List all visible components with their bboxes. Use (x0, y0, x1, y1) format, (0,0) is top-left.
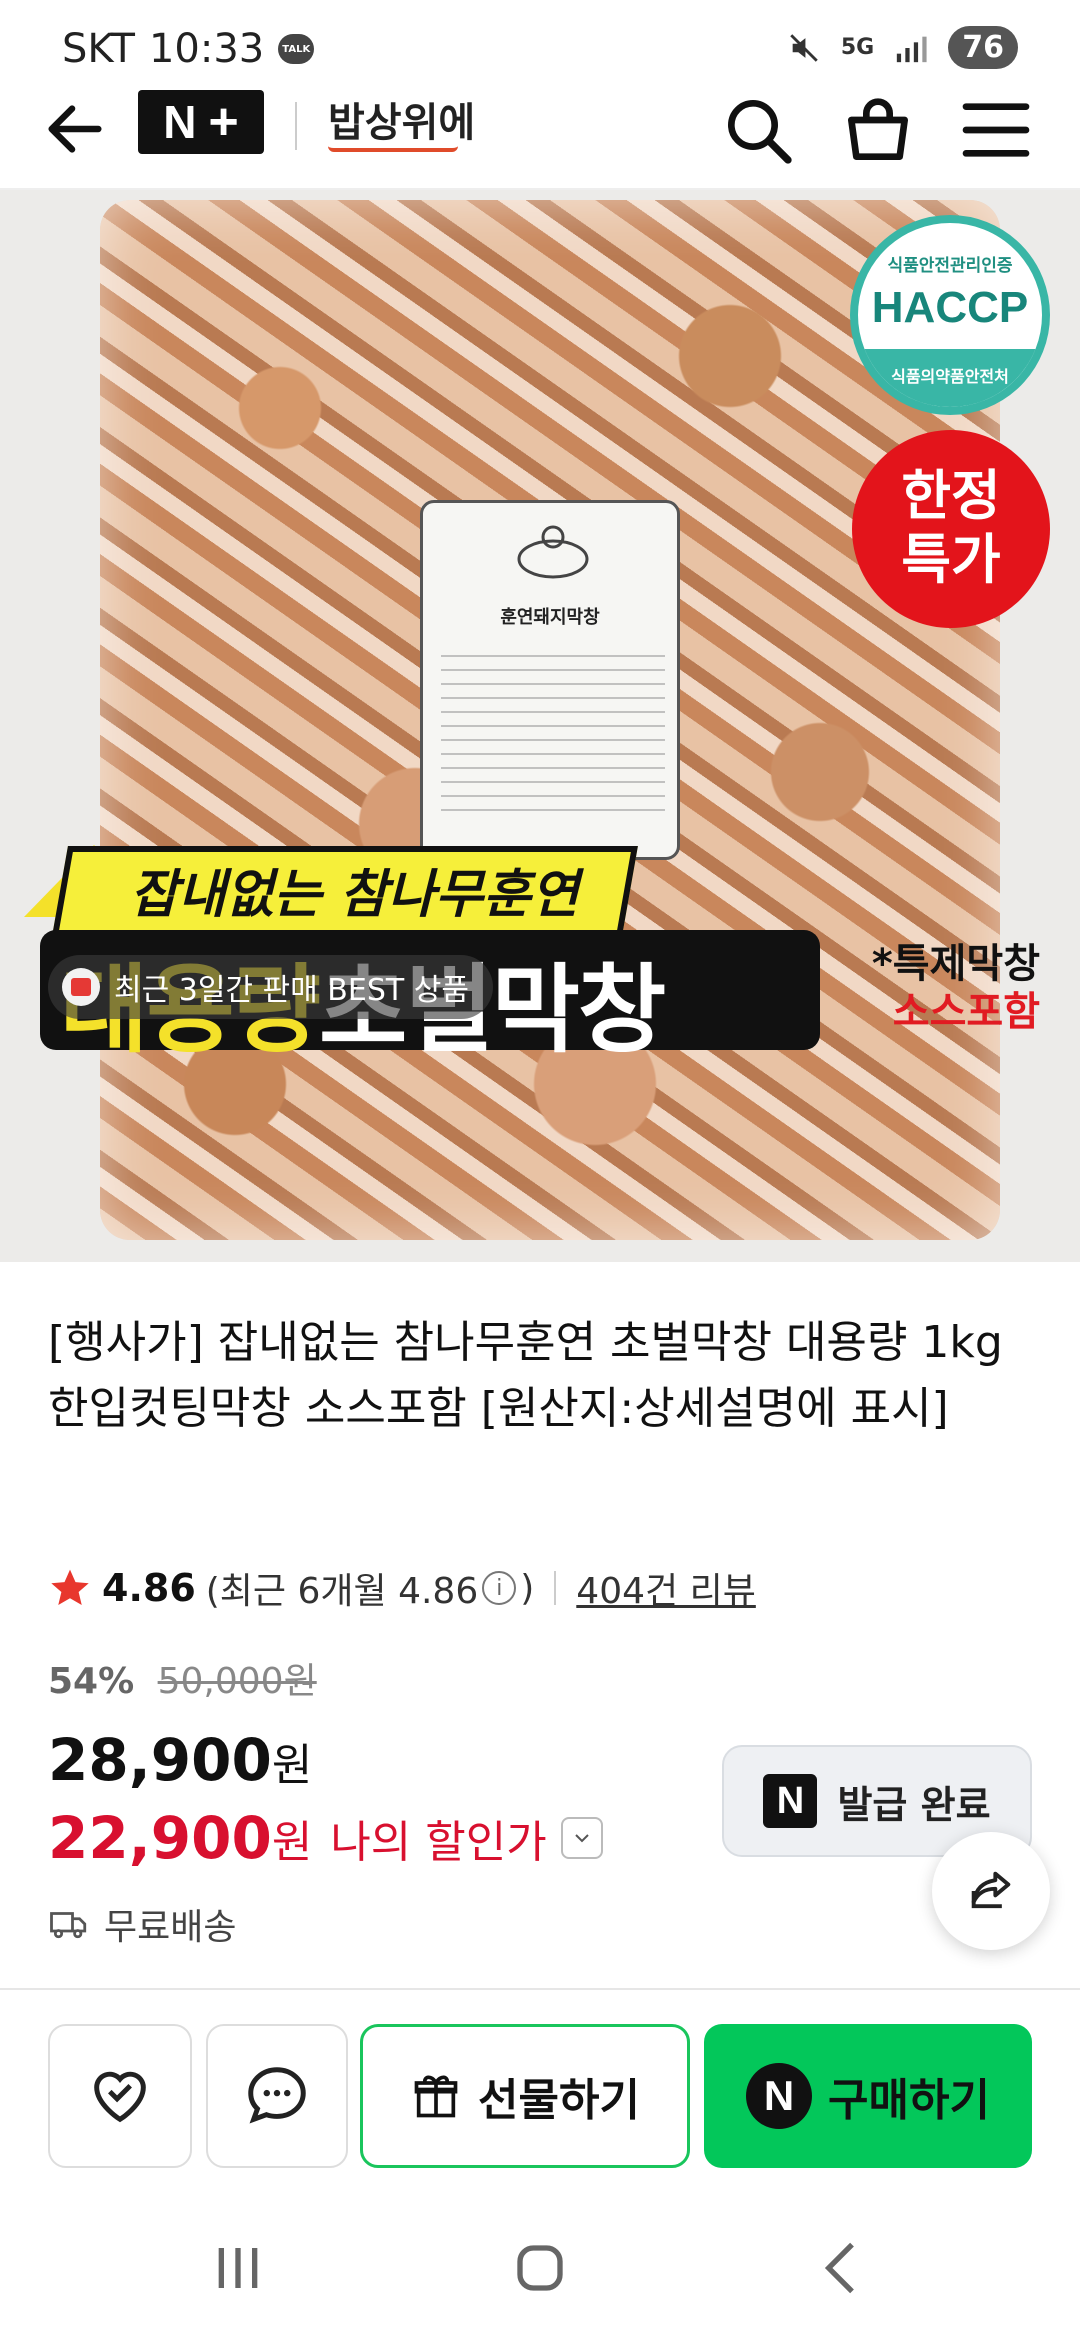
truck-icon (50, 1912, 87, 1939)
original-price: 50,000원 (157, 1661, 317, 1702)
network-type: 5G (840, 35, 875, 60)
my-discount-price[interactable]: 22,900 원 나의 할인가 (48, 1804, 603, 1872)
naver-n-icon: N (763, 1774, 818, 1828)
talk-talk-button[interactable] (206, 2024, 348, 2168)
rating-score: 4.86 (102, 1566, 196, 1610)
naver-plus-logo[interactable]: N + (138, 90, 264, 154)
naver-pay-icon: N (746, 2063, 813, 2129)
store-logo-underline (328, 146, 458, 152)
shipping-info: 무료배송 (48, 1898, 236, 1950)
nav-back-icon[interactable] (802, 2228, 882, 2308)
recent-apps-icon[interactable] (198, 2228, 278, 2308)
price-block: 54% 50,000원 28,900원 22,900 원 나의 할인가 (48, 1652, 603, 1872)
bottom-action-bar: 선물하기 N 구매하기 (0, 1988, 1080, 2188)
chat-bubble-icon (248, 2067, 306, 2124)
divider (554, 1571, 557, 1605)
banner-top-text: 잡내없는 참나무훈연 (130, 865, 579, 925)
chevron-down-icon[interactable] (560, 1817, 603, 1859)
best-seller-badge: 최근 3일간 판매 BEST 상품 (48, 955, 493, 1019)
back-arrow-icon[interactable] (40, 94, 110, 164)
product-title: [행사가] 잡내없는 참나무훈연 초벌막창 대용량 1kg 한입컷팅막창 소스포… (48, 1317, 1003, 1434)
clock: 10:33 (148, 26, 265, 72)
package-label: 훈연돼지막창 (420, 500, 680, 860)
header-divider (295, 102, 297, 150)
mute-icon (790, 33, 818, 62)
search-icon[interactable] (718, 90, 798, 170)
discount-rate: 54% (48, 1661, 135, 1702)
signal-icon (897, 36, 927, 62)
sauce-note: *특제막창 소스포함 (871, 941, 1040, 1035)
pig-logo-icon (517, 525, 589, 579)
share-button[interactable] (932, 1832, 1050, 1950)
info-icon[interactable]: i (482, 1571, 517, 1605)
store-name[interactable]: 밥상위에 (328, 90, 475, 148)
system-nav-bar (0, 2188, 1080, 2340)
cart-icon[interactable] (838, 90, 918, 170)
limited-sale-badge: 한정 특가 (852, 430, 1050, 628)
rating-row: 4.86 (최근 6개월 4.86 i ) 404건 리뷰 (48, 1562, 756, 1614)
rating-recent: (최근 6개월 4.86 (205, 1571, 479, 1612)
label-title: 훈연돼지막창 (500, 607, 600, 628)
carrier: SKT (62, 26, 135, 72)
product-image[interactable]: 훈연돼지막창 식품안전관리인증 HACCP 식품의약품안전처 한정 특가 잡내없… (0, 190, 1080, 1262)
app-header: N + 밥상위에 (0, 70, 1080, 190)
haccp-badge: 식품안전관리인증 HACCP 식품의약품안전처 (850, 215, 1050, 415)
review-count-link[interactable]: 404건 리뷰 (576, 1562, 756, 1614)
sale-price: 28,900원 (48, 1726, 313, 1794)
buy-button[interactable]: N 구매하기 (704, 2024, 1032, 2168)
label-text-lines (441, 643, 665, 823)
gift-button[interactable]: 선물하기 (360, 2024, 690, 2168)
battery-level: 76 (948, 26, 1018, 69)
zzim-button[interactable] (48, 2024, 192, 2168)
talk-notification-icon: TALK (278, 34, 315, 64)
gift-icon (414, 2075, 458, 2118)
star-icon (51, 1569, 89, 1606)
share-icon (971, 1871, 1011, 1909)
heart-check-icon (94, 2071, 146, 2123)
menu-icon[interactable] (956, 90, 1036, 170)
home-icon[interactable] (500, 2228, 580, 2308)
gift-box-icon (62, 968, 100, 1006)
